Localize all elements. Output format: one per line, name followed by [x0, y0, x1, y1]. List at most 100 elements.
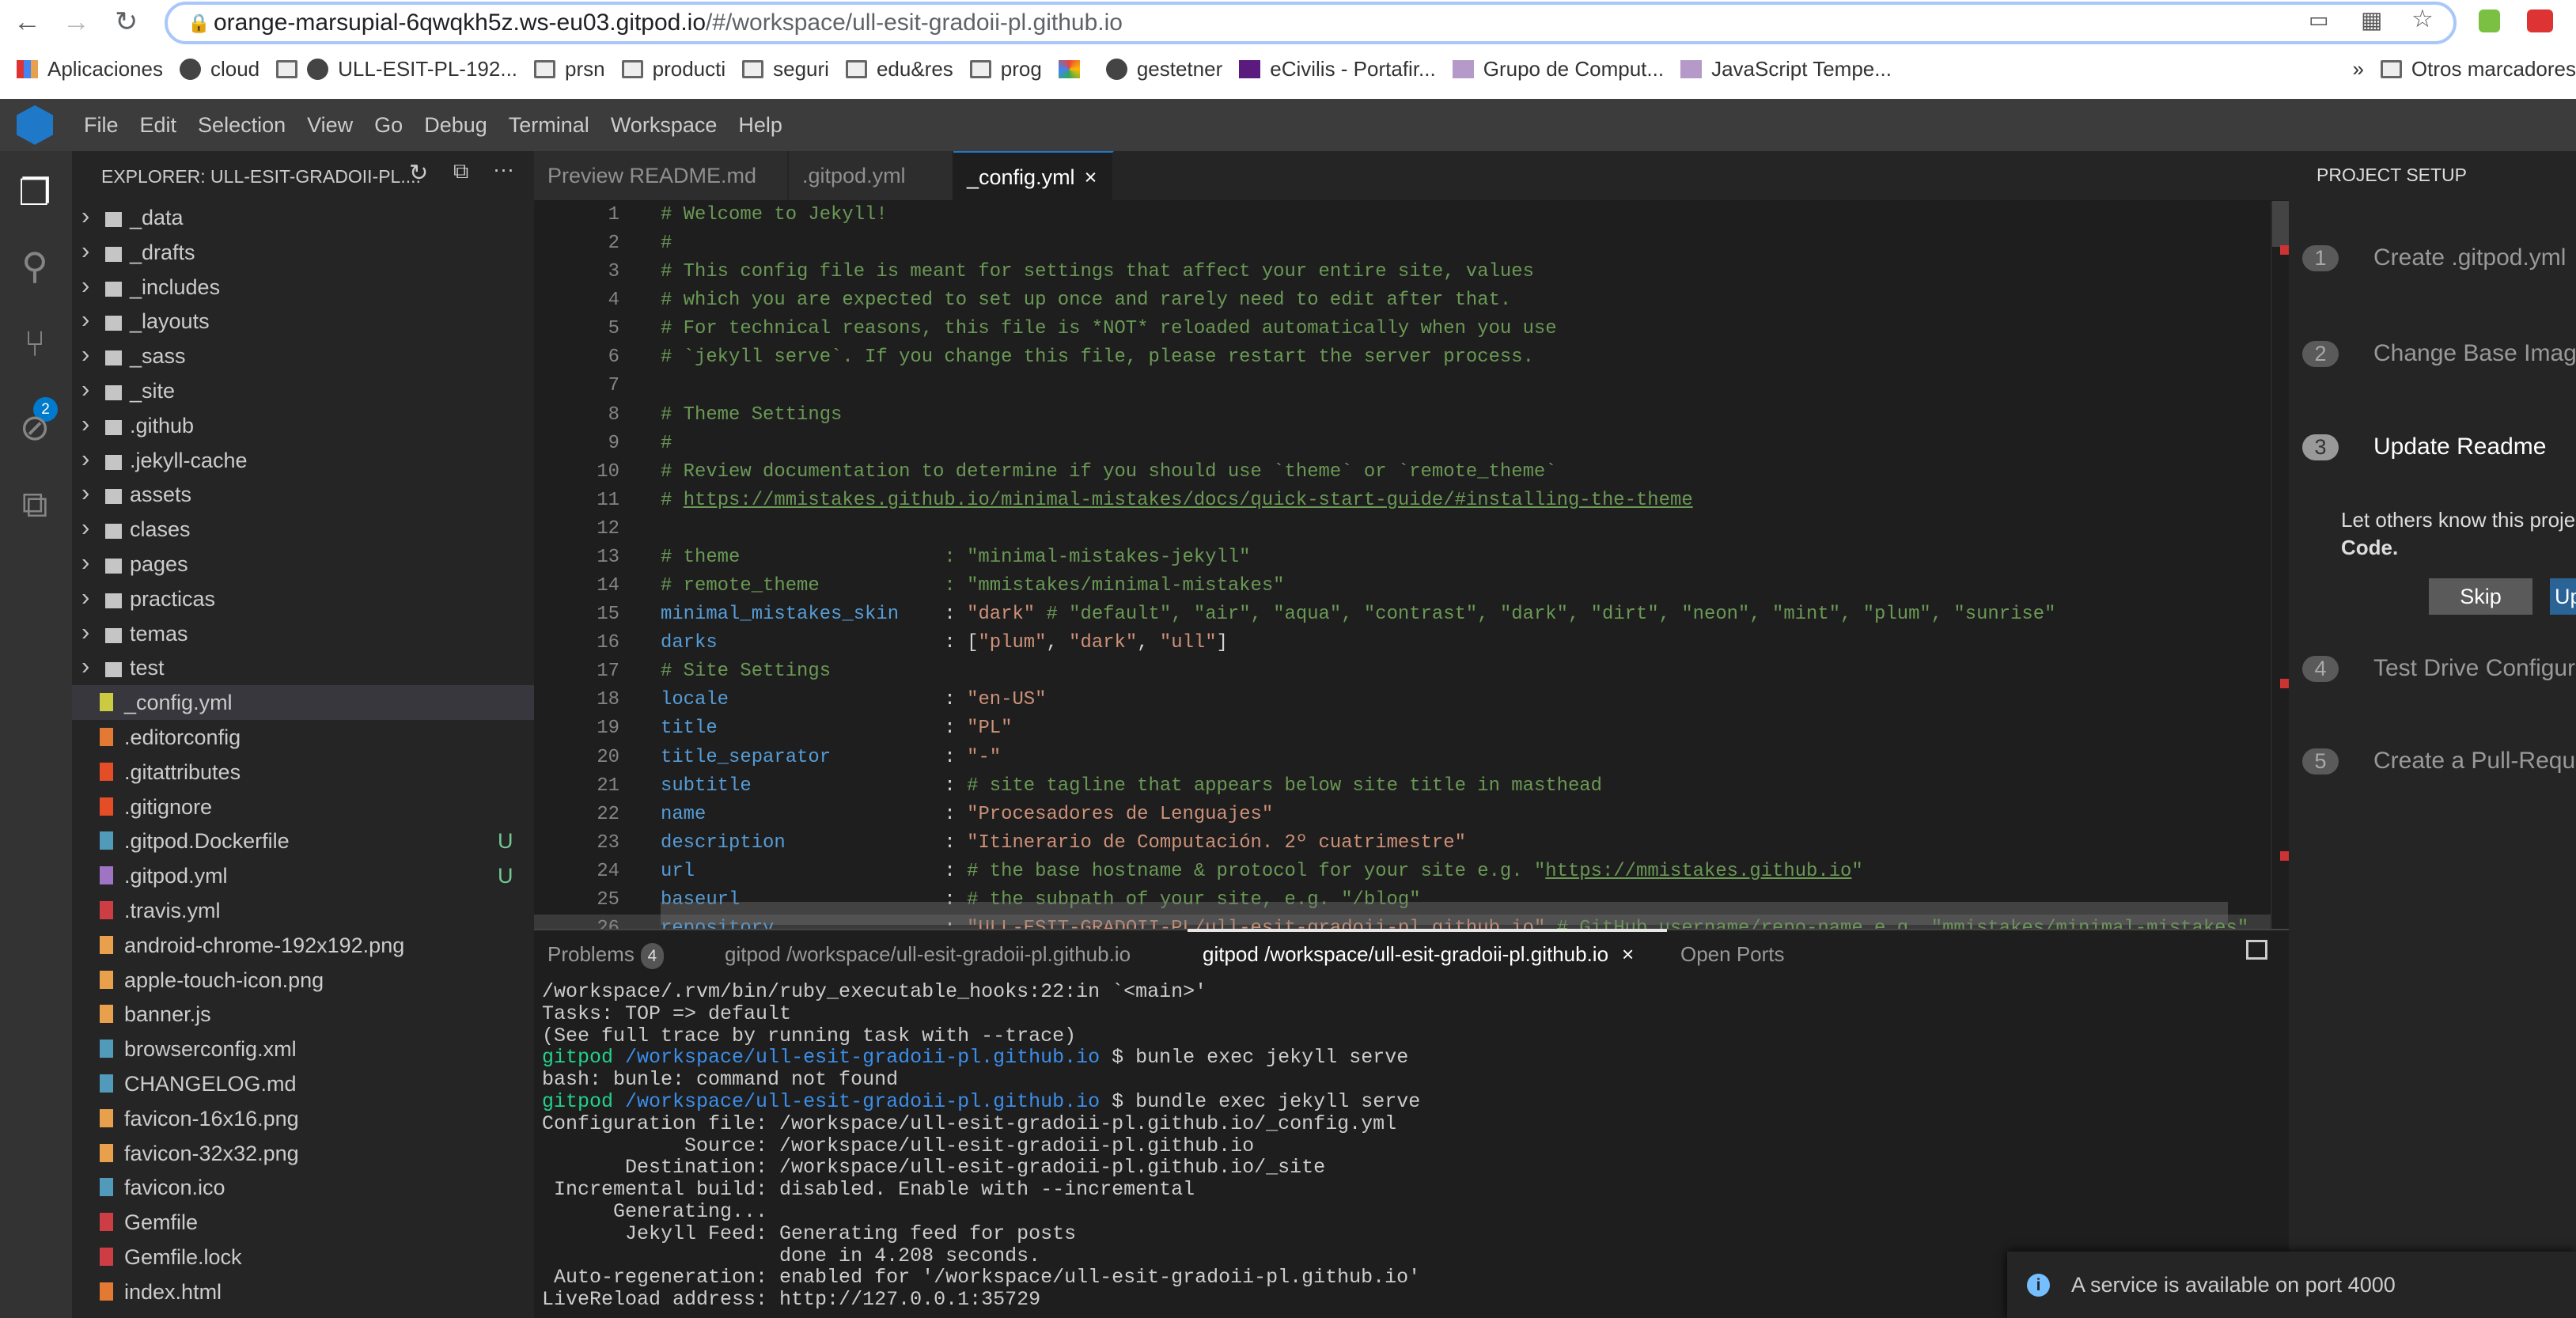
- extension-gitpod-icon[interactable]: [2479, 9, 2500, 32]
- bookmark[interactable]: eCivilis - Portafir...: [1239, 57, 1436, 81]
- file-item[interactable]: android-chrome-192x192.png: [72, 928, 534, 963]
- setup-step-1[interactable]: 1 Create .gitpod.yml: [2302, 244, 2566, 271]
- file-item[interactable]: .editorconfig: [72, 720, 534, 755]
- bookmark[interactable]: [1058, 59, 1089, 78]
- close-terminal-icon[interactable]: ×: [1622, 942, 1634, 966]
- folder-item[interactable]: › test: [72, 650, 534, 685]
- menu-terminal[interactable]: Terminal: [509, 113, 589, 138]
- back-icon[interactable]: ←: [13, 6, 41, 38]
- folder-item[interactable]: › assets: [72, 477, 534, 512]
- folder-item[interactable]: › _data: [72, 200, 534, 235]
- setup-step-2[interactable]: 2 Change Base Image: [2302, 340, 2576, 367]
- folder-item[interactable]: › _site: [72, 373, 534, 408]
- horizontal-scrollbar[interactable]: [661, 902, 2228, 925]
- bookmark[interactable]: prog: [969, 57, 1042, 81]
- folder-item[interactable]: › .github: [72, 408, 534, 443]
- file-item[interactable]: apple-touch-icon.png: [72, 963, 534, 998]
- file-item[interactable]: _config.yml: [72, 685, 534, 721]
- menu-file[interactable]: File: [84, 113, 119, 138]
- more-bookmarks-button[interactable]: »: [2352, 57, 2363, 81]
- refresh-icon[interactable]: ↻: [409, 159, 428, 187]
- file-item[interactable]: Gemfile.lock: [72, 1240, 534, 1274]
- menu-edit[interactable]: Edit: [140, 113, 177, 138]
- tab-gitpod-yml[interactable]: .gitpod.yml: [789, 151, 953, 200]
- bookmark-label[interactable]: prsn: [565, 57, 605, 81]
- bookmark[interactable]: Grupo de Comput...: [1452, 57, 1664, 81]
- folder-item[interactable]: › _sass: [72, 339, 534, 373]
- bookmark-label[interactable]: cloud: [210, 57, 259, 81]
- bookmark-label[interactable]: seguri: [773, 57, 829, 81]
- tab-terminal-2[interactable]: gitpod /workspace/ull-esit-gradoii-pl.gi…: [1203, 942, 1634, 967]
- split-panel-icon[interactable]: [2246, 940, 2267, 960]
- star-icon[interactable]: ☆: [2411, 5, 2434, 33]
- link[interactable]: https://mmistakes.github.io/minimal-mist…: [684, 490, 1693, 511]
- bookmark-folder-other[interactable]: Otros marcadores: [2380, 57, 2576, 81]
- bookmark[interactable]: prsn: [534, 57, 605, 81]
- file-item[interactable]: favicon.ico: [72, 1170, 534, 1205]
- code-editor[interactable]: 1 # Welcome to Jekyll! 2 #3 # This config fi…: [534, 201, 2271, 929]
- more-actions-icon[interactable]: ···: [493, 157, 514, 182]
- file-item[interactable]: .gitpod.Dockerfile U: [72, 824, 534, 858]
- reload-icon[interactable]: ↻: [115, 6, 138, 38]
- bookmark-label[interactable]: Grupo de Comput...: [1483, 57, 1664, 81]
- vertical-scrollbar[interactable]: [2271, 201, 2290, 929]
- folder-item[interactable]: › clases: [72, 512, 534, 547]
- bookmark-label[interactable]: eCivilis - Portafir...: [1270, 57, 1436, 81]
- folder-item[interactable]: › practicas: [72, 581, 534, 616]
- file-item[interactable]: index.html: [72, 1274, 534, 1309]
- bookmark-label[interactable]: prog: [1001, 57, 1042, 81]
- folder-item[interactable]: › _layouts: [72, 304, 534, 339]
- file-item[interactable]: favicon-16x16.png: [72, 1101, 534, 1136]
- file-item[interactable]: browserconfig.xml: [72, 1032, 534, 1066]
- file-item[interactable]: Gemfile: [72, 1205, 534, 1240]
- setup-step-4[interactable]: 4 Test Drive Configuration: [2302, 655, 2576, 682]
- bookmark-label[interactable]: JavaScript Tempe...: [1711, 57, 1892, 81]
- folder-item[interactable]: › _includes: [72, 270, 534, 305]
- file-item[interactable]: banner.js: [72, 997, 534, 1032]
- bookmark-label[interactable]: ULL-ESIT-PL-192...: [338, 57, 517, 81]
- bookmark[interactable]: gestetner: [1105, 57, 1222, 81]
- search-icon[interactable]: ⚲: [13, 244, 56, 287]
- explorer-icon[interactable]: ❐: [13, 171, 56, 214]
- bookmark[interactable]: JavaScript Tempe...: [1680, 57, 1892, 81]
- update-button[interactable]: Update: [2550, 578, 2576, 615]
- setup-step-3[interactable]: 3 Update Readme: [2302, 434, 2546, 460]
- bookmark[interactable]: cloud: [179, 57, 259, 81]
- cast-icon[interactable]: ▭: [2309, 8, 2329, 32]
- debug-icon[interactable]: ⊘: [13, 406, 56, 449]
- menu-go[interactable]: Go: [374, 113, 403, 138]
- bookmark-label[interactable]: Aplicaciones: [47, 57, 163, 81]
- setup-step-5[interactable]: 5 Create a Pull-Request: [2302, 748, 2576, 775]
- link[interactable]: https://mmistakes.github.io: [1545, 861, 1851, 882]
- bookmark[interactable]: producti: [621, 57, 726, 81]
- folder-item[interactable]: › .jekyll-cache: [72, 443, 534, 478]
- bookmark-label[interactable]: edu&res: [877, 57, 953, 81]
- file-item[interactable]: .gitattributes: [72, 755, 534, 790]
- folder-item[interactable]: › _drafts: [72, 235, 534, 270]
- tab-config-yml[interactable]: _config.yml ×: [953, 151, 1114, 200]
- address-bar[interactable]: 🔒 orange-marsupial-6qwqkh5z.ws-eu03.gitpo…: [165, 2, 2457, 44]
- bookmark[interactable]: seguri: [742, 57, 829, 81]
- extension-icon[interactable]: ▦: [2361, 6, 2382, 34]
- terminal-output[interactable]: /workspace/.rvm/bin/ruby_executable_hook…: [542, 981, 1420, 1311]
- extensions-icon[interactable]: ⧉: [13, 483, 56, 525]
- menu-help[interactable]: Help: [738, 113, 782, 138]
- scrollbar-thumb[interactable]: [2272, 201, 2290, 247]
- tab-problems[interactable]: Problems 4: [547, 942, 664, 969]
- menu-workspace[interactable]: Workspace: [611, 113, 718, 138]
- menu-view[interactable]: View: [307, 113, 353, 138]
- file-item[interactable]: .gitignore: [72, 790, 534, 824]
- close-tab-icon[interactable]: ×: [1085, 165, 1097, 189]
- tab-terminal-1[interactable]: gitpod /workspace/ull-esit-gradoii-pl.gi…: [725, 942, 1131, 967]
- bookmark[interactable]: Aplicaciones: [17, 57, 163, 81]
- skip-button[interactable]: Skip: [2429, 578, 2532, 615]
- tab-preview-readme[interactable]: Preview README.md: [534, 151, 789, 200]
- file-item[interactable]: .gitpod.yml U: [72, 858, 534, 893]
- bookmark-label[interactable]: gestetner: [1137, 57, 1222, 81]
- forward-icon[interactable]: →: [63, 6, 90, 38]
- folder-item[interactable]: › pages: [72, 547, 534, 581]
- file-item[interactable]: .travis.yml: [72, 893, 534, 928]
- notification-toast[interactable]: i A service is available on port 4000: [2007, 1252, 2576, 1318]
- menu-selection[interactable]: Selection: [198, 113, 286, 138]
- bookmark-label[interactable]: producti: [653, 57, 726, 81]
